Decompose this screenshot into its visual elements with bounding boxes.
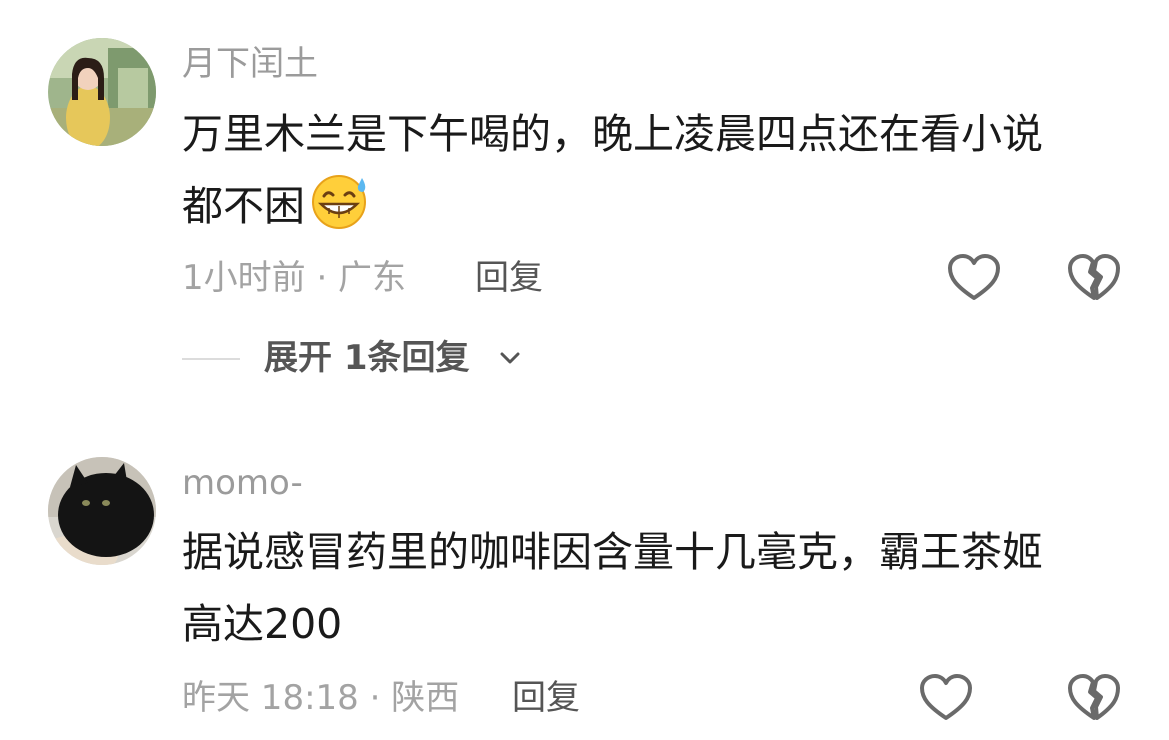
divider (182, 358, 240, 360)
comment-text-line: 据说感冒药里的咖啡因含量十几毫克，霸王茶姬 (182, 528, 1043, 576)
reply-button[interactable]: 回复 (512, 678, 580, 718)
grinning-sweat-emoji-icon (309, 172, 371, 252)
comment-meta: 昨天 18:18 · 陕西 (182, 678, 460, 718)
broken-heart-icon[interactable] (1066, 672, 1122, 724)
comment-text: 万里木兰是下午喝的，晚上凌晨四点还在看小说 都不困 (182, 98, 1122, 252)
avatar-photo (48, 38, 156, 146)
chevron-down-icon (500, 352, 520, 364)
broken-heart-icon[interactable] (1066, 252, 1122, 304)
heart-outline-icon[interactable] (946, 252, 1002, 304)
comment-text-fragment: 都不困 (182, 182, 305, 230)
expand-replies-label: 展开 1条回复 (264, 338, 470, 378)
username[interactable]: 月下闰土 (182, 44, 318, 84)
comment-meta: 1小时前 · 广东 (182, 258, 407, 298)
heart-outline-icon[interactable] (918, 672, 974, 724)
avatar[interactable] (48, 457, 156, 565)
comment-text-line: 万里木兰是下午喝的，晚上凌晨四点还在看小说 (182, 110, 1043, 158)
reply-button[interactable]: 回复 (475, 258, 543, 298)
comment-item: 月下闰土 万里木兰是下午喝的，晚上凌晨四点还在看小说 都不困 1小时前 · 广东… (0, 0, 1169, 420)
comment-text-line-2: 高达200 (182, 600, 343, 648)
username[interactable]: momo- (182, 463, 303, 503)
comment-item: momo- 据说感冒药里的咖啡因含量十几毫克，霸王茶姬 高达200 昨天 18:… (0, 440, 1169, 740)
avatar-photo (48, 457, 156, 565)
avatar[interactable] (48, 38, 156, 146)
comment-text-line-2: 都不困 (182, 170, 1122, 252)
comment-text: 据说感冒药里的咖啡因含量十几毫克，霸王茶姬 高达200 (182, 516, 1122, 660)
